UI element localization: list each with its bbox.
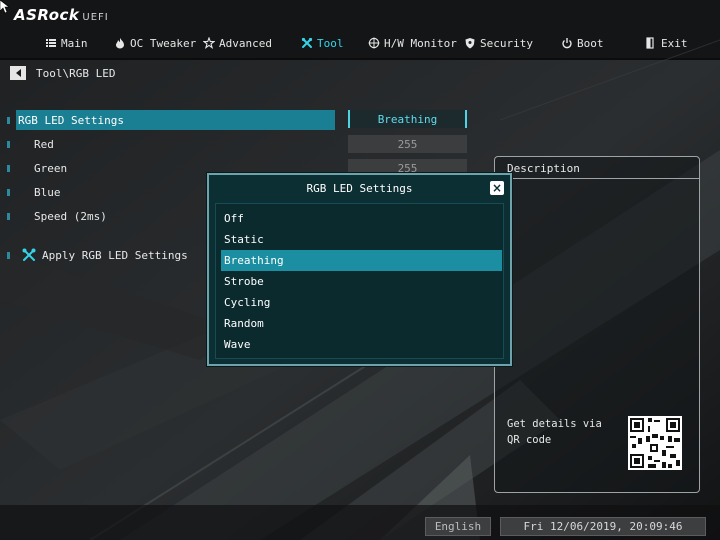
- shield-icon: [465, 38, 475, 49]
- row-marker: [7, 141, 10, 148]
- tab-tool-label: Tool: [317, 36, 344, 50]
- option-off[interactable]: Off: [221, 208, 502, 229]
- option-breathing[interactable]: Breathing: [221, 250, 502, 271]
- apply-rgb-led-label: Apply RGB LED Settings: [42, 248, 188, 262]
- option-cycling[interactable]: Cycling: [221, 292, 502, 313]
- setting-red-label: Red: [34, 137, 54, 151]
- setting-red[interactable]: Red: [0, 134, 335, 154]
- description-panel: Description Get details via QR code: [494, 156, 700, 493]
- exit-icon: [646, 37, 654, 49]
- setting-rgb-led-label: RGB LED Settings: [18, 113, 124, 127]
- tab-security[interactable]: Security: [464, 32, 533, 54]
- option-strobe[interactable]: Strobe: [221, 271, 502, 292]
- row-marker: [7, 189, 10, 196]
- list-icon: [46, 39, 56, 47]
- setting-rgb-led-value[interactable]: Breathing: [348, 110, 467, 128]
- mouse-cursor-icon: [0, 0, 10, 14]
- tab-oc-tweaker-label: OC Tweaker: [130, 36, 197, 50]
- wrench-icon: [22, 248, 36, 261]
- tab-security-label: Security: [480, 36, 533, 50]
- row-marker: [7, 117, 10, 124]
- tab-exit-label: Exit: [661, 36, 688, 50]
- qr-caption: Get details via QR code: [507, 418, 602, 446]
- option-wave[interactable]: Wave: [221, 334, 502, 355]
- tab-oc-tweaker[interactable]: OC Tweaker: [114, 32, 196, 54]
- power-icon: [562, 38, 572, 49]
- tab-main-label: Main: [61, 36, 88, 50]
- star-icon: [203, 37, 215, 49]
- option-random[interactable]: Random: [221, 313, 502, 334]
- row-marker: [7, 252, 10, 259]
- setting-green-label: Green: [34, 161, 68, 175]
- setting-red-value[interactable]: 255: [348, 135, 467, 153]
- tab-hw-monitor[interactable]: H/W Monitor: [368, 32, 457, 54]
- brand-suffix: UEFI: [82, 12, 109, 23]
- tab-boot[interactable]: Boot: [561, 32, 604, 54]
- row-marker: [7, 165, 10, 172]
- tab-advanced[interactable]: Advanced: [203, 32, 272, 54]
- description-header: Description: [495, 157, 699, 179]
- popup-title: RGB LED Settings: [306, 181, 413, 195]
- main-nav: Main OC Tweaker Advanced Tool H/W Monito…: [0, 32, 720, 54]
- close-icon[interactable]: ×: [490, 181, 504, 195]
- tool-icon: [301, 37, 313, 48]
- back-arrow-icon[interactable]: [10, 66, 26, 80]
- rgb-led-popup: RGB LED Settings × Off Static Breathing …: [207, 173, 512, 366]
- asrock-logo: ASRock UEFI: [14, 6, 109, 24]
- monitor-icon: [368, 37, 380, 49]
- breadcrumb: Tool\RGB LED: [10, 66, 115, 80]
- brand-name: ASRock: [14, 6, 80, 24]
- setting-blue-label: Blue: [34, 185, 61, 199]
- flame-icon: [116, 38, 124, 49]
- row-marker: [7, 213, 10, 220]
- tab-advanced-label: Advanced: [219, 36, 272, 50]
- option-static[interactable]: Static: [221, 229, 502, 250]
- description-title: Description: [507, 162, 580, 175]
- datetime-display: Fri 12/06/2019, 20:09:46: [500, 517, 706, 536]
- tab-exit[interactable]: Exit: [645, 32, 688, 54]
- tab-hw-monitor-label: H/W Monitor: [384, 36, 457, 50]
- setting-rgb-led[interactable]: RGB LED Settings: [0, 110, 335, 130]
- qr-code-icon: [628, 416, 682, 470]
- tab-main[interactable]: Main: [45, 32, 88, 54]
- breadcrumb-path: Tool\RGB LED: [36, 66, 116, 80]
- setting-speed-label: Speed (2ms): [34, 209, 107, 223]
- language-button[interactable]: English: [425, 517, 491, 536]
- popup-option-list: Off Static Breathing Strobe Cycling Rand…: [215, 203, 504, 359]
- tab-tool[interactable]: Tool: [301, 32, 344, 54]
- tab-boot-label: Boot: [577, 36, 604, 50]
